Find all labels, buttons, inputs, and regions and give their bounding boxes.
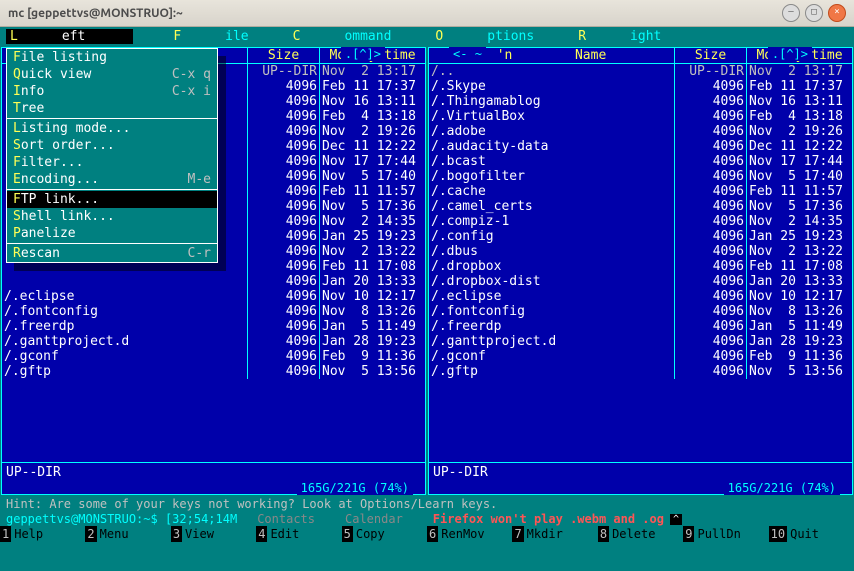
table-row[interactable]: /.ganttproject.d4096Jan 28 19:23 <box>2 334 425 349</box>
menubar[interactable]: Left File Command Options Right <box>0 27 854 46</box>
table-row[interactable]: /.fontconfig4096Nov 8 13:26 <box>429 304 852 319</box>
menu-item[interactable]: Shell link... <box>7 208 217 225</box>
fkey-quit[interactable]: 10Quit <box>769 526 854 542</box>
left-panel-header: .[^]> <box>341 47 385 61</box>
menu-right[interactable]: Right <box>578 29 661 44</box>
table-row[interactable]: /.bcast4096Nov 17 17:44 <box>429 154 852 169</box>
menu-left[interactable]: Left <box>6 29 133 44</box>
table-row[interactable]: /..UP--DIRNov 2 13:17 <box>429 64 852 79</box>
menu-item[interactable]: RescanC-r <box>7 245 217 262</box>
table-row[interactable]: /.cache4096Feb 11 11:57 <box>429 184 852 199</box>
table-row[interactable]: /.compiz-14096Nov 2 14:35 <box>429 214 852 229</box>
fkey-pulldn[interactable]: 9PullDn <box>683 526 768 542</box>
ghost-calendar: Calendar <box>345 512 403 526</box>
table-row[interactable]: /.eclipse4096Nov 10 12:17 <box>429 289 852 304</box>
fkey-menu[interactable]: 2Menu <box>85 526 170 542</box>
menu-options[interactable]: Options <box>435 29 534 44</box>
table-row[interactable]: /.bogofilter4096Nov 5 17:40 <box>429 169 852 184</box>
table-row[interactable]: /.fontconfig4096Nov 8 13:26 <box>2 304 425 319</box>
right-panel[interactable]: <- ~ .[^]> 'n Name Size Modify time /..U… <box>428 47 853 495</box>
table-row[interactable]: /.Thingamablog4096Nov 16 13:11 <box>429 94 852 109</box>
menu-item[interactable]: Tree <box>7 100 217 117</box>
fkey-mkdir[interactable]: 7Mkdir <box>512 526 597 542</box>
fkey-view[interactable]: 3View <box>171 526 256 542</box>
table-row[interactable]: /.eclipse4096Nov 10 12:17 <box>2 289 425 304</box>
fkey-copy[interactable]: 5Copy <box>342 526 427 542</box>
left-dropdown: File listingQuick viewC-x qInfoC-x iTree… <box>6 48 218 263</box>
menu-item[interactable]: Sort order... <box>7 137 217 154</box>
menu-file[interactable]: File <box>173 29 248 44</box>
col-size[interactable]: Size <box>248 48 320 63</box>
prompt-escape: [32;54;14M <box>165 512 237 526</box>
menu-item[interactable]: InfoC-x i <box>7 83 217 100</box>
ghost-firefox: Firefox won't play .webm and .og <box>433 512 664 526</box>
menu-item[interactable]: Panelize <box>7 225 217 242</box>
table-row[interactable]: /.gftp4096Nov 5 13:56 <box>2 364 425 379</box>
table-row[interactable]: /.gconf4096Feb 9 11:36 <box>2 349 425 364</box>
table-row[interactable]: /.VirtualBox4096Feb 4 13:18 <box>429 109 852 124</box>
prompt-line[interactable]: geppettvs@MONSTRUO:~$ [32;54;14M Contact… <box>0 512 854 526</box>
minimize-button[interactable]: – <box>782 4 800 22</box>
fkey-help[interactable]: 1Help <box>0 526 85 542</box>
prompt-user: geppettvs@MONSTRUO:~$ <box>6 512 158 526</box>
menu-item[interactable]: Quick viewC-x q <box>7 66 217 83</box>
table-row[interactable]: /.Skype4096Feb 11 17:37 <box>429 79 852 94</box>
table-row[interactable]: /.audacity-data4096Dec 11 12:22 <box>429 139 852 154</box>
table-row[interactable]: /.gconf4096Feb 9 11:36 <box>429 349 852 364</box>
hint-line: Hint: Are some of your keys not working?… <box>0 496 854 512</box>
function-keys: 1Help2Menu3View4Edit5Copy6RenMov7Mkdir8D… <box>0 526 854 542</box>
table-row[interactable]: /.freerdp4096Jan 5 11:49 <box>429 319 852 334</box>
left-disk-status: 165G/221G (74%) <box>297 481 413 495</box>
right-panel-header: <- ~ <box>449 47 486 61</box>
menu-command[interactable]: Command <box>293 29 392 44</box>
right-disk-status: 165G/221G (74%) <box>724 481 840 495</box>
ghost-contacts: Contacts <box>257 512 315 526</box>
table-row[interactable]: /.dropbox-dist4096Jan 20 13:33 <box>429 274 852 289</box>
table-row[interactable]: /.ganttproject.d4096Jan 28 19:23 <box>429 334 852 349</box>
right-panel-header-r: .[^]> <box>768 47 812 61</box>
window-title: mc [geppettvs@MONSTRUO]:~ <box>8 7 777 20</box>
table-row[interactable]: /.gftp4096Nov 5 13:56 <box>429 364 852 379</box>
titlebar: mc [geppettvs@MONSTRUO]:~ – □ × <box>0 0 854 27</box>
close-button[interactable]: × <box>828 4 846 22</box>
table-row[interactable]: /.freerdp4096Jan 5 11:49 <box>2 319 425 334</box>
col-size[interactable]: Size <box>675 48 747 63</box>
table-row[interactable]: /.dropbox4096Feb 11 17:08 <box>429 259 852 274</box>
maximize-button[interactable]: □ <box>805 4 823 22</box>
menu-item[interactable]: File listing <box>7 49 217 66</box>
table-row[interactable]: /.camel_certs4096Nov 5 17:36 <box>429 199 852 214</box>
menu-item[interactable]: Encoding...M-e <box>7 171 217 188</box>
table-row[interactable]: 4096Jan 20 13:33 <box>2 274 425 289</box>
terminal: Left File Command Options Right File lis… <box>0 27 854 571</box>
right-rows[interactable]: /..UP--DIRNov 2 13:17/.Skype4096Feb 11 1… <box>429 64 852 462</box>
menu-item[interactable]: Filter... <box>7 154 217 171</box>
fkey-edit[interactable]: 4Edit <box>256 526 341 542</box>
menu-item[interactable]: Listing mode... <box>7 120 217 137</box>
fkey-delete[interactable]: 8Delete <box>598 526 683 542</box>
menu-item[interactable]: FTP link... <box>7 191 217 208</box>
fkey-renmov[interactable]: 6RenMov <box>427 526 512 542</box>
table-row[interactable]: /.adobe4096Nov 2 19:26 <box>429 124 852 139</box>
table-row[interactable]: /.dbus4096Nov 2 13:22 <box>429 244 852 259</box>
table-row[interactable]: /.config4096Jan 25 19:23 <box>429 229 852 244</box>
caret-icon: ^ <box>670 514 682 525</box>
